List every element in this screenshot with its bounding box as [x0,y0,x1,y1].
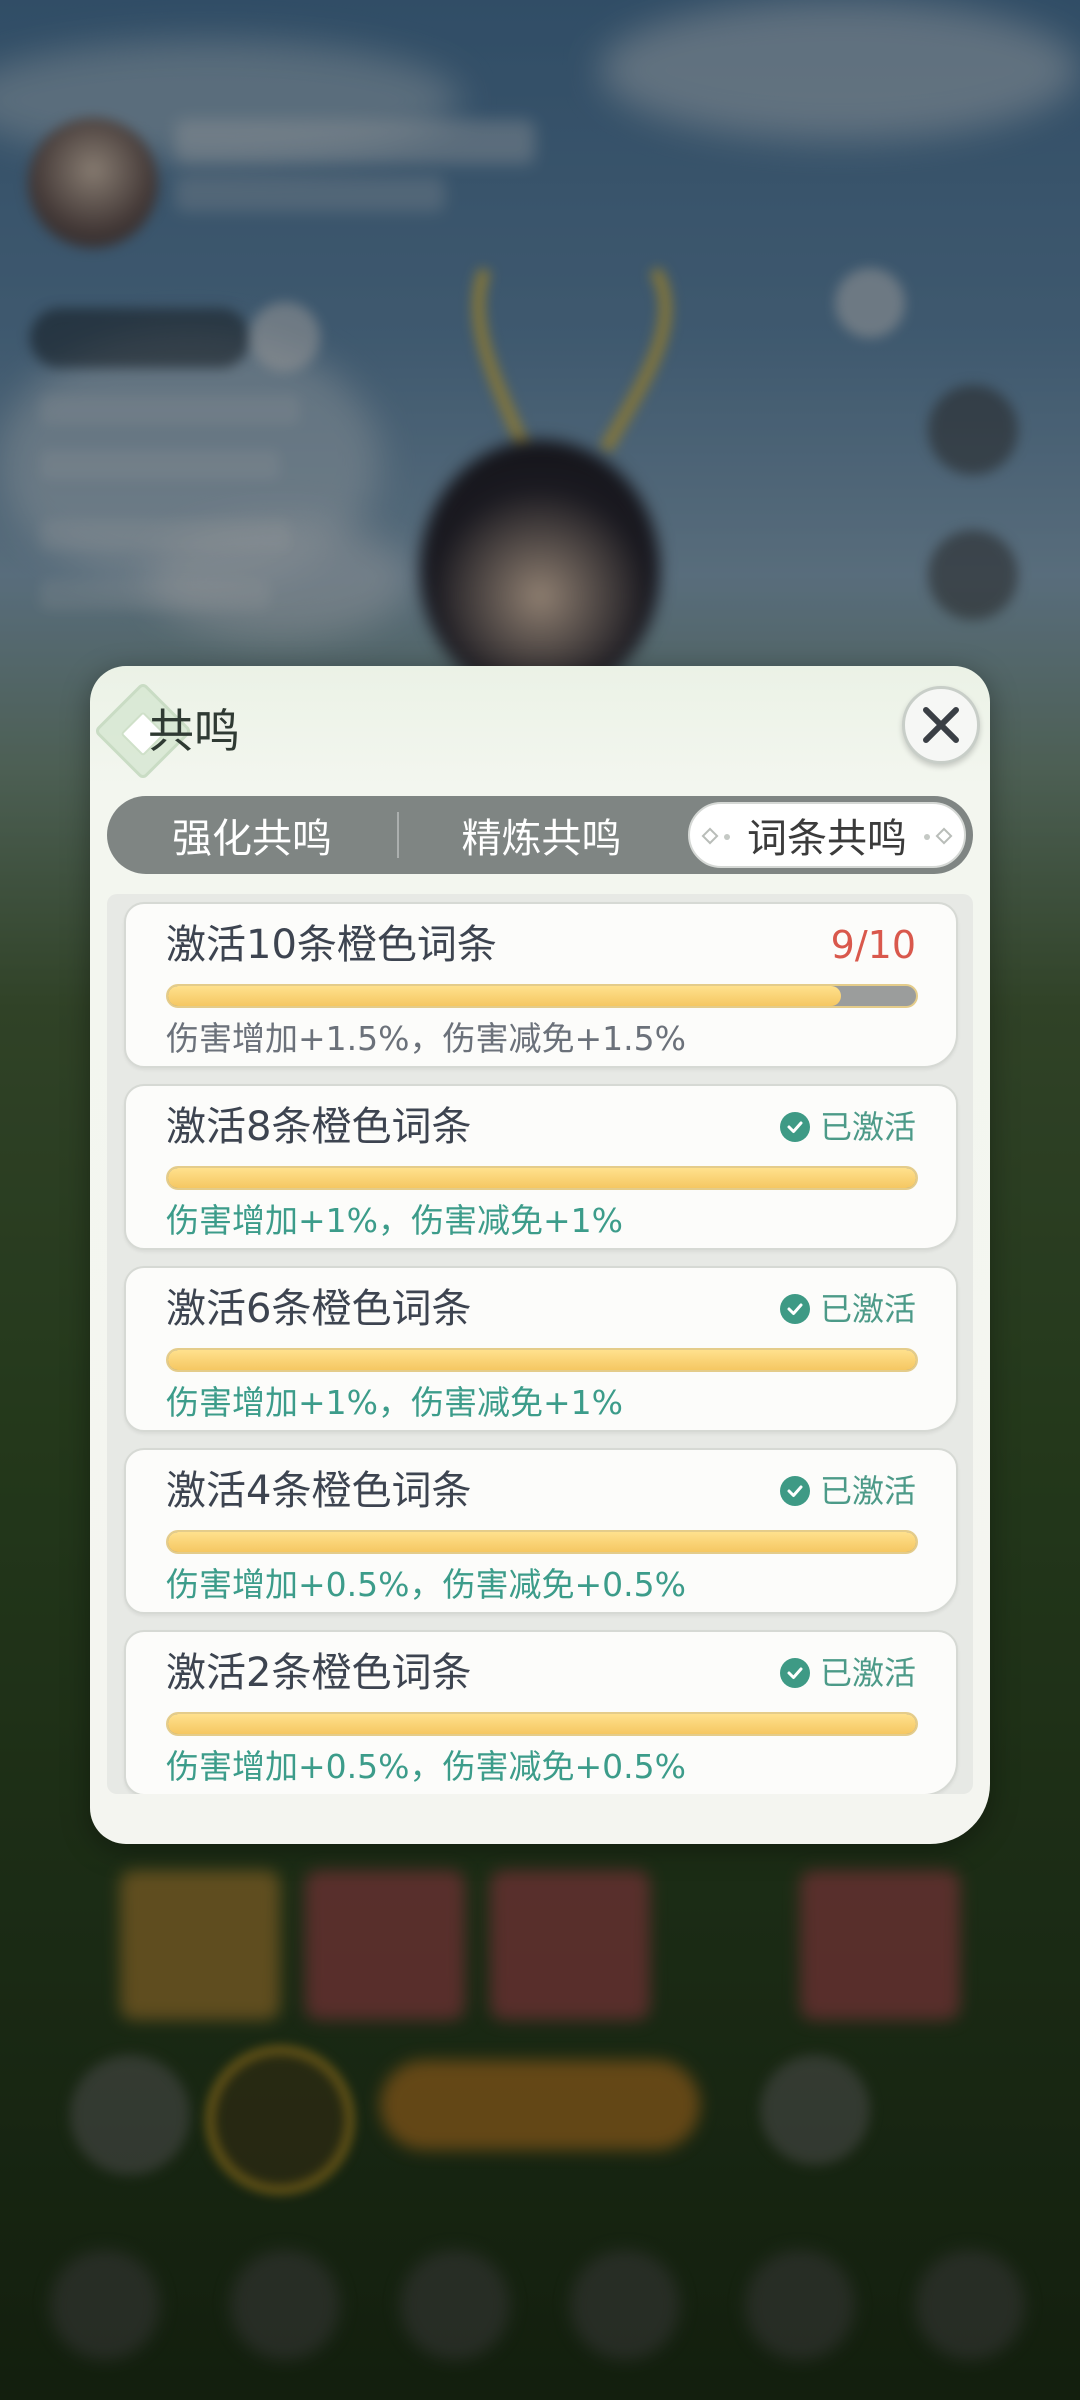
resonance-list[interactable]: 激活10条橙色词条 9/10 伤害增加+1.5%，伤害减免+1.5% 激活8条橙… [107,894,973,1794]
tab-enhance-resonance[interactable]: 强化共鸣 [107,796,397,874]
progress-bar-fill [168,986,842,1006]
dot-deco-icon [724,834,730,840]
item-effect: 伤害增加+0.5%，伤害减免+0.5% [166,1565,686,1604]
tab-affix-resonance-label: 词条共鸣 [747,816,907,862]
activated-label: 已激活 [819,1472,916,1510]
activated-label: 已激活 [819,1108,916,1146]
item-title: 激活10条橙色词条 [166,922,497,968]
item-effect: 伤害增加+1.5%，伤害减免+1.5% [166,1019,686,1058]
progress-bar [166,1348,918,1372]
progress-bar [166,984,918,1008]
progress-bar-fill [168,1532,916,1552]
item-effect: 伤害增加+1%，伤害减免+1% [166,1383,624,1422]
close-button[interactable] [902,686,980,764]
diamond-deco-icon [701,827,719,845]
item-title: 激活6条橙色词条 [166,1286,472,1332]
resonance-item: 激活6条橙色词条 已激活 伤害增加+1%，伤害减免+1% [124,1266,958,1432]
resonance-dialog: 共鸣 强化共鸣 精炼共鸣 词条共鸣 激活10条橙色词条 9/10 伤害增加+1.… [90,666,990,1844]
tab-bar: 强化共鸣 精炼共鸣 词条共鸣 [107,796,973,874]
resonance-item: 激活2条橙色词条 已激活 伤害增加+0.5%，伤害减免+0.5% [124,1630,958,1794]
activated-status: 已激活 [779,1460,916,1522]
progress-bar [166,1712,918,1736]
item-progress-count: 9/10 [830,923,916,967]
resonance-item: 激活4条橙色词条 已激活 伤害增加+0.5%，伤害减免+0.5% [124,1448,958,1614]
item-title: 激活8条橙色词条 [166,1104,472,1150]
activated-status: 已激活 [779,1278,916,1340]
tab-refine-resonance[interactable]: 精炼共鸣 [399,796,684,874]
tab-affix-resonance[interactable]: 词条共鸣 [688,802,966,868]
progress-bar [166,1530,918,1554]
item-title: 激活4条橙色词条 [166,1468,472,1514]
progress-bar [166,1166,918,1190]
activated-status: 已激活 [779,1642,916,1704]
progress-bar-fill [168,1714,916,1734]
activated-label: 已激活 [819,1290,916,1328]
progress-bar-fill [168,1350,916,1370]
activated-status: 已激活 [779,1096,916,1158]
progress-bar-fill [168,1168,916,1188]
check-icon [779,1476,810,1506]
dialog-title: 共鸣 [148,704,240,758]
check-icon [779,1658,810,1688]
item-title: 激活2条橙色词条 [166,1650,472,1696]
resonance-item: 激活10条橙色词条 9/10 伤害增加+1.5%，伤害减免+1.5% [124,902,958,1068]
close-icon [923,707,959,743]
check-icon [779,1294,810,1324]
dot-deco-icon [924,834,930,840]
check-icon [779,1112,810,1142]
activated-label: 已激活 [819,1654,916,1692]
resonance-item: 激活8条橙色词条 已激活 伤害增加+1%，伤害减免+1% [124,1084,958,1250]
item-effect: 伤害增加+0.5%，伤害减免+0.5% [166,1747,686,1786]
diamond-deco-icon [935,827,953,845]
item-effect: 伤害增加+1%，伤害减免+1% [166,1201,624,1240]
